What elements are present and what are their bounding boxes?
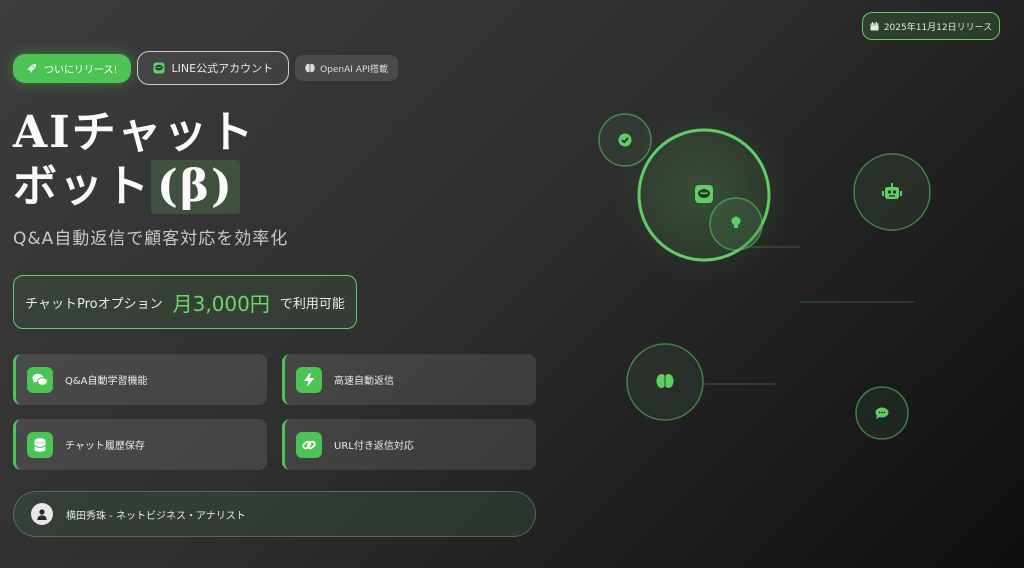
line-account-label: LINE公式アカウント [171, 62, 274, 75]
title-line-1: AIチャット [13, 107, 256, 158]
feature-icon-box [27, 431, 53, 458]
feature-icon-box [296, 366, 322, 393]
user-icon [37, 508, 47, 520]
author-card: 横田秀珠 - ネットビジネス・アナリスト [13, 491, 536, 537]
feature-label: URL付き返信対応 [334, 441, 414, 452]
brain-icon [305, 63, 315, 73]
line-icon [695, 185, 713, 203]
page-title: AIチャット ボット (β) [13, 106, 255, 214]
pricing-suffix: で利用可能 [279, 296, 345, 312]
calendar-icon [870, 21, 879, 31]
avatar [31, 503, 53, 525]
feature-card-url-reply: URL付き返信対応 [282, 419, 536, 470]
feature-icon-box [27, 366, 53, 393]
feature-card-fast-reply: 高速自動返信 [282, 354, 536, 405]
comment-icon [875, 407, 889, 420]
database-icon [34, 437, 46, 452]
badge-row: ついにリリース! LINE公式アカウント OpenAI API搭載 [13, 51, 399, 85]
title-line-2: ボット (β) [13, 160, 255, 214]
link-icon [302, 440, 316, 449]
openai-badge[interactable]: OpenAI API搭載 [295, 55, 399, 81]
check-icon [618, 133, 632, 147]
feature-icon-box [296, 431, 322, 458]
chat-bubbles-icon [32, 373, 48, 386]
feature-label: 高速自動返信 [334, 376, 394, 387]
subtitle: Q&A自動返信で顧客対応を効率化 [13, 229, 289, 249]
release-badge[interactable]: ついにリリース! [13, 53, 131, 83]
beta-label: (β) [151, 160, 240, 214]
title-line-2-prefix: ボット [13, 161, 151, 212]
pricing-amount: 月3,000円 [172, 291, 270, 316]
brain-icon [656, 374, 674, 388]
feature-label: Q&A自動学習機能 [65, 376, 148, 387]
author-name: 横田秀珠 - ネットビジネス・アナリスト [66, 510, 246, 522]
feature-card-history: チャット履歴保存 [13, 419, 267, 470]
line-account-badge[interactable]: LINE公式アカウント [136, 51, 290, 85]
release-date-text: 2025年11月12日リリース [883, 22, 993, 33]
line-icon [153, 62, 165, 74]
feature-card-qa-learning: Q&A自動学習機能 [13, 354, 267, 405]
feature-label: チャット履歴保存 [65, 441, 145, 452]
robot-icon [882, 183, 902, 199]
release-date-badge: 2025年11月12日リリース [862, 12, 1000, 40]
openai-badge-label: OpenAI API搭載 [320, 64, 389, 75]
lightbulb-icon [731, 216, 741, 228]
rocket-icon [26, 63, 37, 73]
pricing-prefix: チャットProオプション [25, 296, 163, 312]
pricing-box: チャットProオプション 月3,000円 で利用可能 [13, 275, 357, 329]
lightning-icon [304, 372, 314, 387]
release-badge-label: ついにリリース! [44, 64, 118, 76]
